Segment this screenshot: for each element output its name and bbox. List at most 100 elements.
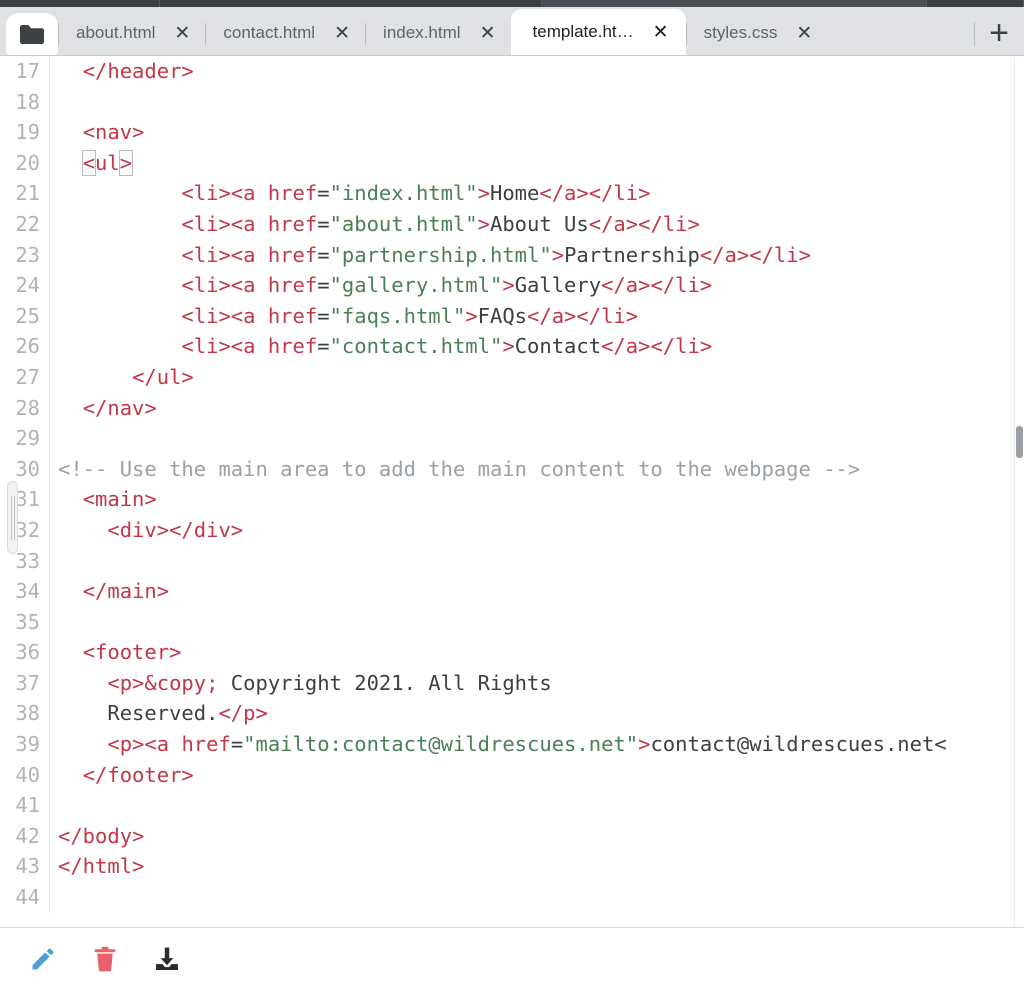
code-line[interactable]: 42</body> bbox=[0, 821, 1024, 852]
code-text[interactable]: <p><a href="mailto:contact@wildrescues.n… bbox=[50, 729, 1024, 760]
token-tag: > bbox=[638, 732, 650, 756]
token-attr: href bbox=[181, 732, 230, 756]
code-text[interactable]: <ul> bbox=[50, 148, 1024, 179]
horizontal-scroll-grip[interactable] bbox=[7, 481, 18, 554]
code-line[interactable]: 17 </header> bbox=[0, 56, 1024, 87]
code-line[interactable]: 23 <li><a href="partnership.html">Partne… bbox=[0, 240, 1024, 271]
trash-icon bbox=[91, 945, 119, 973]
tab-divider bbox=[205, 23, 206, 45]
code-text[interactable]: <li><a href="gallery.html">Gallery</a></… bbox=[50, 270, 1024, 301]
code-line[interactable]: 41 bbox=[0, 790, 1024, 821]
code-line[interactable]: 24 <li><a href="gallery.html">Gallery</a… bbox=[0, 270, 1024, 301]
token-hl: > bbox=[120, 151, 132, 175]
code-line[interactable]: 21 <li><a href="index.html">Home</a></li… bbox=[0, 178, 1024, 209]
code-line[interactable]: 25 <li><a href="faqs.html">FAQs</a></li> bbox=[0, 301, 1024, 332]
code-line[interactable]: 37 <p>&copy; Copyright 2021. All Rights bbox=[0, 668, 1024, 699]
code-text[interactable]: </ul> bbox=[50, 362, 1024, 393]
token-str: "mailto:contact@wildrescues.net" bbox=[243, 732, 638, 756]
code-line[interactable]: 28 </nav> bbox=[0, 393, 1024, 424]
tab-divider bbox=[974, 22, 975, 46]
code-line[interactable]: 35 bbox=[0, 607, 1024, 638]
code-text[interactable]: </nav> bbox=[50, 393, 1024, 424]
close-icon[interactable]: ✕ bbox=[652, 23, 670, 41]
code-text[interactable] bbox=[50, 423, 1024, 454]
close-icon[interactable]: ✕ bbox=[795, 24, 813, 42]
code-line[interactable]: 18 bbox=[0, 87, 1024, 118]
code-line[interactable]: 32 <div></div> bbox=[0, 515, 1024, 546]
code-text[interactable]: <nav> bbox=[50, 117, 1024, 148]
code-text[interactable]: </main> bbox=[50, 576, 1024, 607]
tab-index-html[interactable]: index.html✕ bbox=[365, 11, 510, 55]
editor-pane[interactable]: 17 </header>1819 <nav>20 <ul>21 <li><a h… bbox=[0, 56, 1024, 927]
tab-styles-css[interactable]: styles.css✕ bbox=[686, 11, 828, 55]
tab-label: contact.html bbox=[223, 23, 315, 43]
code-text[interactable]: <!-- Use the main area to add the main c… bbox=[50, 454, 1024, 485]
token-tag: > bbox=[502, 273, 514, 297]
code-text[interactable]: </header> bbox=[50, 56, 1024, 87]
open-folder-button[interactable] bbox=[6, 13, 58, 55]
token-tag: </a></li> bbox=[527, 304, 638, 328]
new-tab-button[interactable]: + bbox=[974, 11, 1024, 55]
code-line[interactable]: 40 </footer> bbox=[0, 760, 1024, 791]
code-text[interactable] bbox=[50, 546, 1024, 577]
code-line[interactable]: 20 <ul> bbox=[0, 148, 1024, 179]
code-line[interactable]: 39 <p><a href="mailto:contact@wildrescue… bbox=[0, 729, 1024, 760]
close-icon[interactable]: ✕ bbox=[333, 24, 351, 42]
download-button[interactable] bbox=[150, 942, 184, 976]
tab-template-ht-[interactable]: template.ht…✕ bbox=[511, 9, 686, 55]
code-text[interactable] bbox=[50, 607, 1024, 638]
token-sp bbox=[58, 732, 107, 756]
code-line[interactable]: 31 <main> bbox=[0, 484, 1024, 515]
code-text[interactable]: Reserved.</p> bbox=[50, 698, 1024, 729]
code-text[interactable]: <li><a href="about.html">About Us</a></l… bbox=[50, 209, 1024, 240]
tab-contact-html[interactable]: contact.html ✕ bbox=[205, 11, 365, 55]
tab-about-html[interactable]: about.html✕ bbox=[58, 11, 205, 55]
code-line[interactable]: 34 </main> bbox=[0, 576, 1024, 607]
token-sp bbox=[58, 763, 83, 787]
code-text[interactable]: <main> bbox=[50, 484, 1024, 515]
code-line[interactable]: 27 </ul> bbox=[0, 362, 1024, 393]
code-line[interactable]: 38 Reserved.</p> bbox=[0, 698, 1024, 729]
code-line[interactable]: 22 <li><a href="about.html">About Us</a>… bbox=[0, 209, 1024, 240]
bottom-toolbar bbox=[0, 927, 1024, 989]
code-text[interactable]: </html> bbox=[50, 851, 1024, 882]
code-text[interactable]: <li><a href="faqs.html">FAQs</a></li> bbox=[50, 301, 1024, 332]
code-line[interactable]: 43</html> bbox=[0, 851, 1024, 882]
code-line[interactable]: 36 <footer> bbox=[0, 637, 1024, 668]
token-txt: Home bbox=[490, 181, 539, 205]
edit-button[interactable] bbox=[26, 942, 60, 976]
code-text[interactable]: </body> bbox=[50, 821, 1024, 852]
vertical-scrollbar-thumb[interactable] bbox=[1016, 426, 1023, 458]
token-tag: <li><a bbox=[181, 243, 267, 267]
code-text[interactable] bbox=[50, 790, 1024, 821]
code-text[interactable]: </footer> bbox=[50, 760, 1024, 791]
code-text[interactable]: <p>&copy; Copyright 2021. All Rights bbox=[50, 668, 1024, 699]
code-line[interactable]: 19 <nav> bbox=[0, 117, 1024, 148]
code-line[interactable]: 30<!-- Use the main area to add the main… bbox=[0, 454, 1024, 485]
token-tag: </a></li> bbox=[700, 243, 811, 267]
os-chrome-segment bbox=[160, 0, 542, 7]
token-sp bbox=[58, 334, 181, 358]
code-line[interactable]: 33 bbox=[0, 546, 1024, 577]
code-lines-container[interactable]: 17 </header>1819 <nav>20 <ul>21 <li><a h… bbox=[0, 56, 1024, 927]
code-line[interactable]: 26 <li><a href="contact.html">Contact</a… bbox=[0, 331, 1024, 362]
code-text[interactable] bbox=[50, 87, 1024, 118]
token-txt: Copyright 2021. All Rights bbox=[218, 671, 551, 695]
code-line[interactable]: 44 bbox=[0, 882, 1024, 913]
code-line[interactable]: 29 bbox=[0, 423, 1024, 454]
code-text[interactable]: <footer> bbox=[50, 637, 1024, 668]
close-icon[interactable]: ✕ bbox=[479, 24, 497, 42]
vertical-scrollbar-track[interactable] bbox=[1014, 56, 1024, 927]
os-chrome-segment bbox=[542, 0, 927, 7]
delete-button[interactable] bbox=[88, 942, 122, 976]
code-text[interactable]: <li><a href="index.html">Home</a></li> bbox=[50, 178, 1024, 209]
line-number: 28 bbox=[0, 393, 50, 424]
code-text[interactable]: <div></div> bbox=[50, 515, 1024, 546]
code-text[interactable] bbox=[50, 882, 1024, 913]
os-chrome-segment bbox=[927, 0, 1024, 7]
close-icon[interactable]: ✕ bbox=[173, 24, 191, 42]
tab-list: about.html✕contact.html✕index.html✕templ… bbox=[58, 7, 974, 55]
code-text[interactable]: <li><a href="contact.html">Contact</a></… bbox=[50, 331, 1024, 362]
token-txt: Partnership bbox=[564, 243, 700, 267]
code-text[interactable]: <li><a href="partnership.html">Partnersh… bbox=[50, 240, 1024, 271]
